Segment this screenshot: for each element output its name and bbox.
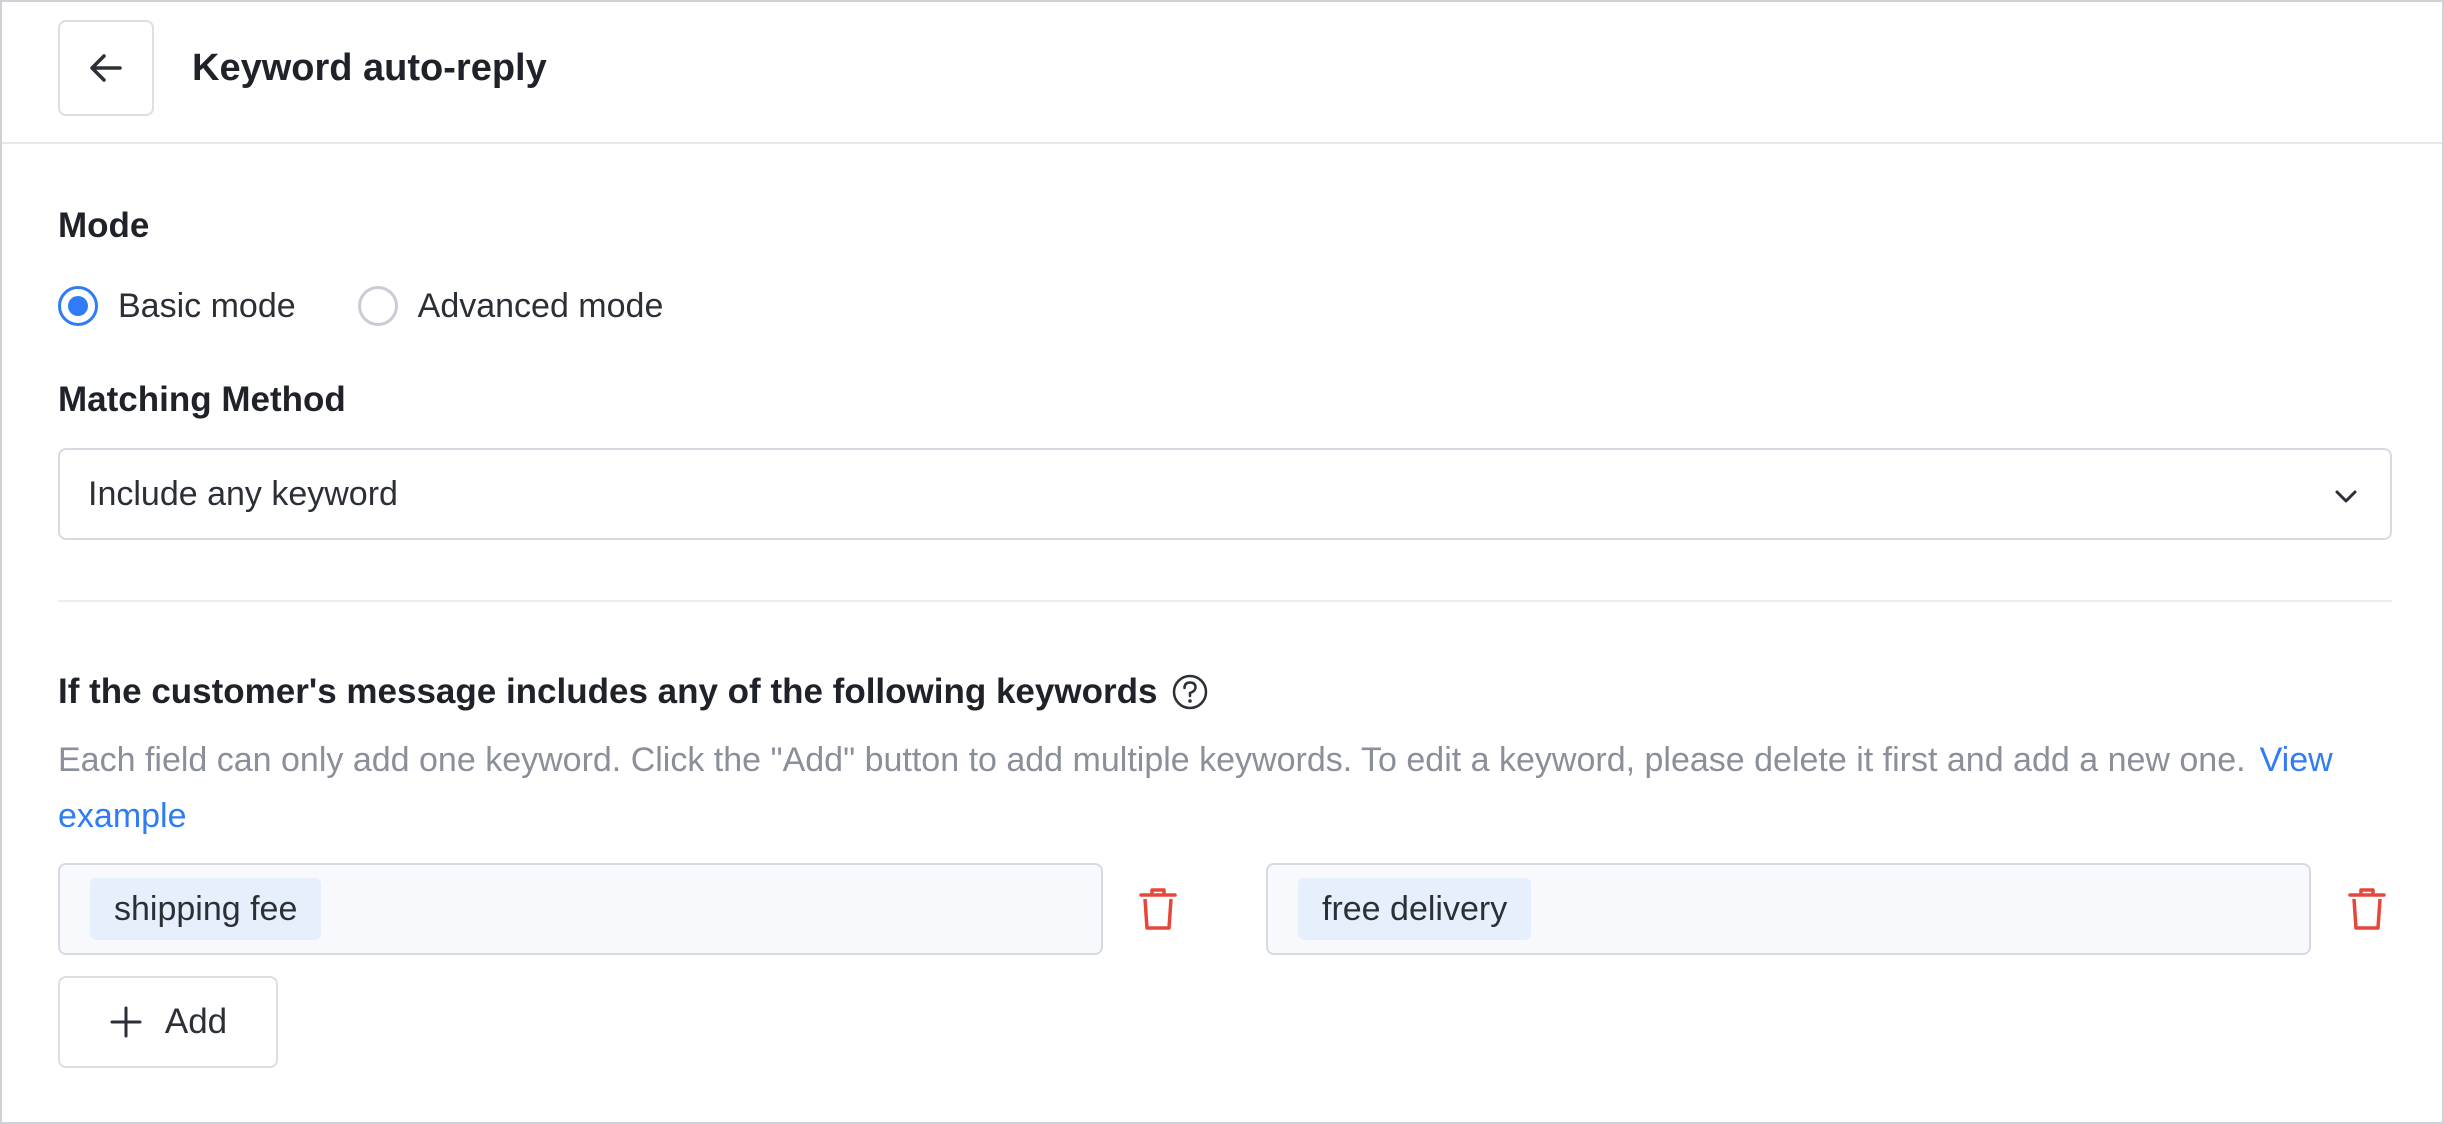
radio-label: Basic mode — [118, 287, 296, 325]
arrow-left-icon — [90, 54, 122, 82]
keyword-tag: shipping fee — [90, 878, 322, 940]
matching-method-select[interactable]: Include any keyword — [58, 448, 2392, 540]
radio-label: Advanced mode — [417, 287, 664, 325]
page-header: Keyword auto-reply — [2, 2, 2442, 144]
add-keyword-button[interactable]: Add — [58, 976, 278, 1068]
page-frame: Keyword auto-reply Mode Basic mode Advan… — [0, 0, 2444, 1124]
page-title: Keyword auto-reply — [192, 47, 547, 89]
keyword-tag: free delivery — [1298, 878, 1532, 940]
matching-method-label: Matching Method — [58, 380, 346, 419]
keywords-description: Each field can only add one keyword. Cli… — [58, 732, 2392, 844]
add-button-label: Add — [164, 1002, 228, 1041]
plus-icon — [110, 1006, 142, 1038]
description-text: Each field can only add one keyword. Cli… — [58, 741, 2246, 779]
radio-unchecked-icon — [357, 286, 398, 326]
chevron-down-icon — [2335, 490, 2357, 503]
keywords-section-title: If the customer's message includes any o… — [58, 670, 1209, 714]
keywords-title-text: If the customer's message includes any o… — [58, 672, 1158, 711]
section-divider — [58, 600, 2392, 602]
keyword-field-2[interactable]: free delivery — [1266, 863, 2311, 955]
mode-radio-group: Basic mode Advanced mode — [58, 282, 725, 330]
radio-checked-icon — [58, 286, 98, 326]
mode-label: Mode — [58, 206, 150, 245]
radio-advanced-mode[interactable]: Advanced mode — [357, 284, 664, 328]
keyword-field-1[interactable]: shipping fee — [58, 863, 1103, 955]
select-value: Include any keyword — [88, 474, 398, 513]
back-button[interactable] — [58, 20, 154, 116]
radio-basic-mode[interactable]: Basic mode — [58, 284, 296, 328]
trash-icon[interactable] — [2347, 886, 2387, 932]
help-icon[interactable] — [1171, 673, 1209, 711]
trash-icon[interactable] — [1138, 886, 1178, 932]
